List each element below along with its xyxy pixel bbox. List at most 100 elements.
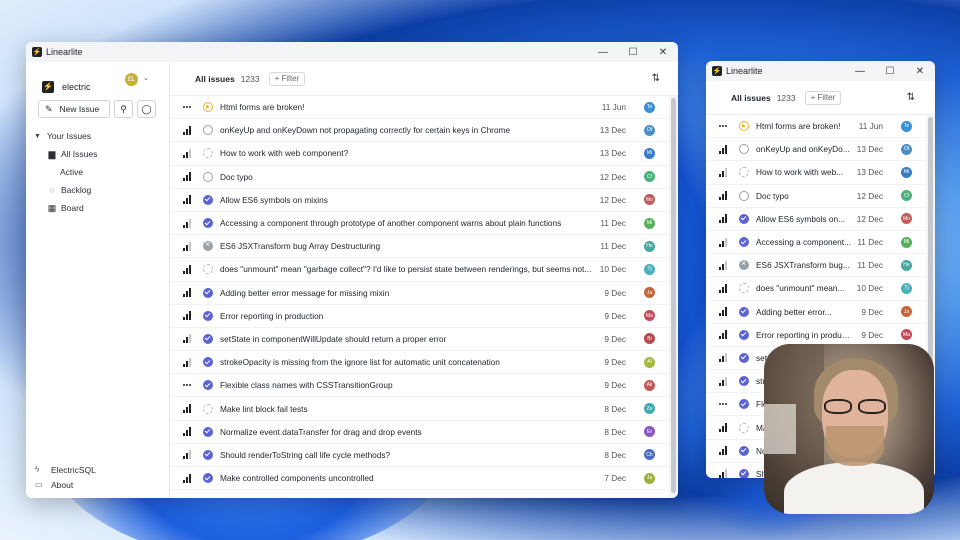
status-done-icon[interactable]	[739, 329, 749, 340]
assignee-avatar[interactable]: Ja	[644, 287, 655, 299]
table-row[interactable]: strokeOpacity is missing from the ignore…	[170, 351, 678, 375]
table-row[interactable]: Accessing a component through prototype …	[170, 212, 678, 236]
priority-icon[interactable]	[719, 214, 731, 224]
status-done-icon[interactable]	[203, 310, 213, 321]
priority-icon[interactable]	[719, 423, 731, 433]
status-todo-icon[interactable]	[739, 190, 749, 201]
assignee-avatar[interactable]: Ja	[901, 306, 912, 318]
status-cancel-icon[interactable]	[203, 239, 213, 252]
close-button[interactable]: ✕	[648, 42, 678, 62]
assignee-avatar[interactable]: Mi	[644, 147, 655, 159]
status-done-icon[interactable]	[203, 426, 213, 437]
status-backlog-icon[interactable]	[203, 264, 213, 275]
status-done-icon[interactable]	[203, 333, 213, 344]
assignee-avatar[interactable]: Mo	[644, 194, 655, 206]
assignee-avatar[interactable]: He	[901, 259, 912, 271]
assignee-avatar[interactable]: Mi	[901, 166, 912, 178]
table-row[interactable]: Html forms are broken! 11 Jun Te	[170, 96, 678, 120]
electricsql-link[interactable]: ϟ ElectricSQL	[35, 462, 96, 477]
scrollbar-thumb[interactable]	[671, 98, 676, 493]
priority-icon[interactable]	[183, 172, 195, 182]
assignee-avatar[interactable]: Te	[644, 101, 655, 113]
assignee-avatar[interactable]: Tj	[901, 282, 912, 294]
table-row[interactable]: Allow ES6 symbols on... 12 Dec Mo	[706, 208, 935, 231]
table-row[interactable]: Make lint block fail tests 8 Dec Ze	[170, 397, 678, 421]
table-row[interactable]: Doc typo 12 Dec Cf	[170, 166, 678, 189]
priority-icon[interactable]	[719, 469, 731, 478]
assignee-avatar[interactable]: Ak	[644, 379, 655, 391]
status-cancel-icon[interactable]	[739, 258, 749, 271]
assignee-avatar[interactable]: Cf	[644, 171, 655, 183]
priority-icon[interactable]	[183, 103, 195, 112]
table-row[interactable]: Allow ES6 symbols on mixins 12 Dec Mo	[170, 189, 678, 212]
sort-icon[interactable]: ⇅	[652, 73, 660, 84]
table-row[interactable]: onKeyUp and onKeyDo... 13 Dec Of	[706, 138, 935, 162]
assignee-avatar[interactable]: Ja	[644, 472, 655, 484]
new-issue-button[interactable]: ✎ New Issue	[38, 100, 110, 118]
table-row[interactable]: Normalize event.dataTransfer for drag an…	[170, 421, 678, 444]
status-done-icon[interactable]	[203, 357, 213, 368]
status-done-icon[interactable]	[203, 287, 213, 298]
priority-icon[interactable]	[719, 330, 731, 340]
assignee-avatar[interactable]: Tj	[644, 263, 655, 275]
assignee-avatar[interactable]: Te	[901, 120, 912, 132]
priority-icon[interactable]	[183, 288, 195, 298]
minimize-button[interactable]: —	[845, 61, 875, 81]
filter-button[interactable]: + Filter	[268, 71, 306, 86]
table-row[interactable]: ES6 JSXTransform bug Array Destructuring…	[170, 235, 678, 259]
priority-icon[interactable]	[719, 353, 731, 363]
table-row[interactable]: onKeyUp and onKeyDown not propagating co…	[170, 119, 678, 143]
status-done-icon[interactable]	[739, 399, 749, 410]
status-done-icon[interactable]	[739, 376, 749, 387]
assignee-avatar[interactable]: Ze	[644, 403, 655, 415]
priority-icon[interactable]	[719, 283, 731, 293]
assignee-avatar[interactable]: Cf	[901, 190, 912, 202]
chat-button[interactable]: ◯	[137, 100, 156, 118]
table-row[interactable]: Doc typo 12 Dec Cf	[706, 185, 935, 208]
status-done-icon[interactable]	[203, 380, 213, 391]
status-backlog-icon[interactable]	[739, 422, 749, 433]
chevron-down-icon[interactable]: ⌄	[143, 74, 149, 82]
assignee-avatar[interactable]: He	[644, 240, 655, 252]
table-row[interactable]: Make controlled components uncontrolled 7…	[170, 467, 678, 491]
table-row[interactable]: Flexible class names with CSSTransitionG…	[170, 374, 678, 398]
table-row[interactable]: Html forms are broken! 11 Jun Te	[706, 115, 935, 139]
assignee-avatar[interactable]: Er	[644, 426, 655, 438]
priority-icon[interactable]	[183, 195, 195, 205]
table-row[interactable]: setState in componentWillUpdate should r…	[170, 328, 678, 352]
assignee-avatar[interactable]: Al	[644, 356, 655, 368]
priority-icon[interactable]	[183, 148, 195, 158]
priority-icon[interactable]	[183, 404, 195, 414]
filter-button[interactable]: + Filter	[804, 90, 842, 105]
sidebar-item-backlog[interactable]: ○ Backlog	[26, 181, 169, 199]
status-done-icon[interactable]	[739, 468, 749, 478]
priority-icon[interactable]	[719, 167, 731, 177]
status-done-icon[interactable]	[739, 445, 749, 456]
assignee-avatar[interactable]: Of	[644, 124, 655, 136]
priority-icon[interactable]	[183, 218, 195, 228]
assignee-avatar[interactable]: Bi	[644, 333, 655, 345]
status-done-icon[interactable]	[739, 237, 749, 248]
status-done-icon[interactable]	[739, 352, 749, 363]
table-row[interactable]: does "unmount" mean... 10 Dec Tj	[706, 277, 935, 301]
priority-icon[interactable]	[183, 473, 195, 483]
status-done-icon[interactable]	[203, 194, 213, 205]
table-row[interactable]: How to work with web component? 13 Dec Mi	[170, 142, 678, 166]
sidebar-item-all-issues[interactable]: ▆ All Issues	[26, 145, 169, 163]
search-button[interactable]: ⚲	[114, 100, 133, 118]
sidebar-item-active[interactable]: Active	[26, 163, 169, 181]
status-backlog-icon[interactable]	[739, 167, 749, 178]
table-row[interactable]: Accessing a component... 11 Dec Mi	[706, 231, 935, 255]
status-todo-icon[interactable]	[203, 125, 213, 136]
priority-icon[interactable]	[719, 446, 731, 456]
priority-icon[interactable]	[719, 400, 731, 409]
table-row[interactable]: Should renderToString call life cycle me…	[170, 444, 678, 467]
priority-icon[interactable]	[183, 357, 195, 367]
about-link[interactable]: ▭ About	[35, 477, 96, 492]
priority-icon[interactable]	[719, 376, 731, 386]
assignee-avatar[interactable]: Mo	[901, 213, 912, 225]
priority-icon[interactable]	[183, 381, 195, 390]
sort-icon[interactable]: ⇅	[907, 92, 915, 103]
assignee-avatar[interactable]: Ma	[901, 329, 912, 341]
your-issues-section[interactable]: ▼ Your Issues	[26, 127, 169, 145]
